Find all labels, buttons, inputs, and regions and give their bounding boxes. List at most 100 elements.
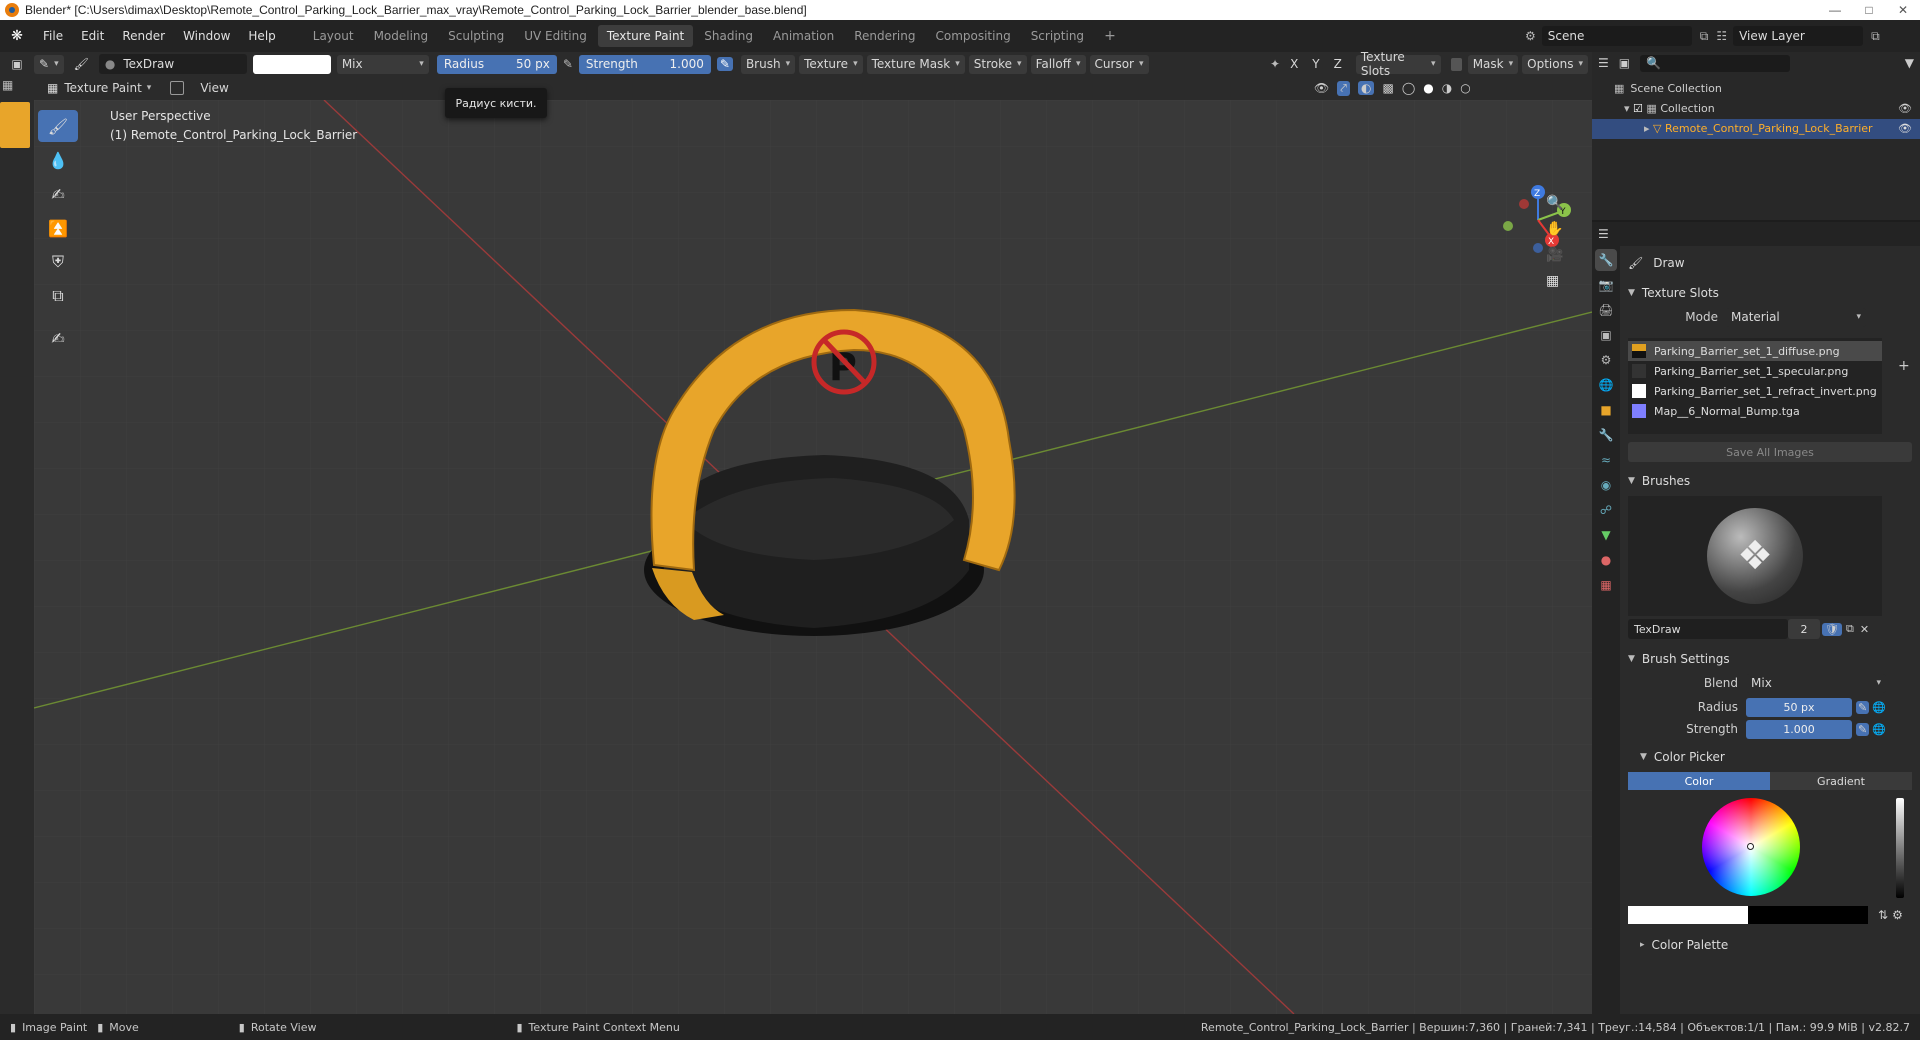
pan-hand-icon[interactable]: ✋ <box>1546 221 1563 237</box>
tool-icon-dropdown[interactable]: ✎ ▾ <box>34 54 64 74</box>
render-tab-icon[interactable]: 📷 <box>1595 274 1617 296</box>
output-tab-icon[interactable]: 🖨 <box>1595 299 1617 321</box>
maximize-button[interactable]: □ <box>1852 0 1886 20</box>
brush-menu[interactable]: Brush ▾ <box>740 54 796 74</box>
scene-icon[interactable]: ⚙ <box>1525 29 1536 43</box>
clone-tool-button[interactable]: ⏫ <box>38 212 78 244</box>
brush-preview[interactable]: ❖ <box>1628 496 1882 616</box>
strength-pressure-icon[interactable]: ✎ <box>716 57 733 71</box>
close-button[interactable]: ✕ <box>1886 0 1920 20</box>
solid-shading-icon[interactable]: ● <box>1423 81 1433 95</box>
brush-name-field[interactable]: ● TexDraw <box>98 54 247 74</box>
annotate-tool-button[interactable]: ✍ <box>38 322 78 354</box>
tab-uv-editing[interactable]: UV Editing <box>515 25 596 47</box>
overlay-toggle-icon[interactable]: ◐ <box>1358 81 1375 95</box>
outliner-collection[interactable]: ▾ ☑ ▦ Collection 👁 <box>1614 99 1920 119</box>
camera-view-icon[interactable]: 🎥 <box>1546 247 1563 263</box>
texture-slot-item[interactable]: Parking_Barrier_set_1_refract_invert.png <box>1628 381 1882 401</box>
new-scene-icon[interactable]: ⧉ <box>1700 29 1709 44</box>
zoom-icon[interactable]: 🔍 <box>1546 195 1563 211</box>
tab-layout[interactable]: Layout <box>304 25 363 47</box>
texture-slots-menu[interactable]: Texture Slots ▾ <box>1355 50 1441 78</box>
tab-compositing[interactable]: Compositing <box>926 25 1019 47</box>
tab-modeling[interactable]: Modeling <box>365 25 438 47</box>
modifier-tab-icon[interactable]: 🔧 <box>1595 424 1617 446</box>
rendered-shading-icon[interactable]: ○ <box>1460 81 1470 95</box>
object-tab-icon[interactable]: ■ <box>1595 399 1617 421</box>
mirror-y-button[interactable]: Y <box>1306 55 1325 74</box>
physics-tab-icon[interactable]: ◉ <box>1595 474 1617 496</box>
material-shading-icon[interactable]: ◑ <box>1442 81 1452 95</box>
value-slider[interactable] <box>1896 798 1904 898</box>
tab-shading[interactable]: Shading <box>695 25 762 47</box>
radius-unit-toggle[interactable]: 🌐 <box>1872 701 1886 714</box>
world-tab-icon[interactable]: 🌐 <box>1595 374 1617 396</box>
primary-color-swatch[interactable] <box>1628 906 1748 924</box>
brush-users-count[interactable]: 2 <box>1788 619 1820 639</box>
gizmo-toggle-icon[interactable]: ⤤ <box>1337 80 1350 96</box>
grid-icon[interactable]: ▦ <box>2 78 22 96</box>
filter-icon[interactable]: ▼ <box>1905 56 1914 70</box>
texture-tab-icon[interactable]: ▦ <box>1595 574 1617 596</box>
color-settings-icon[interactable]: ⚙ <box>1892 908 1903 922</box>
texture-slot-item[interactable]: Parking_Barrier_set_1_specular.png <box>1628 361 1882 381</box>
secondary-color-swatch[interactable] <box>1748 906 1868 924</box>
scene-tab-icon[interactable]: ⚙ <box>1595 349 1617 371</box>
properties-header[interactable]: ☰ <box>1592 222 1920 246</box>
texture-slot-item[interactable]: Parking_Barrier_set_1_diffuse.png <box>1628 341 1882 361</box>
tab-texture-paint[interactable]: Texture Paint <box>597 25 694 47</box>
strength-unit-toggle[interactable]: 🌐 <box>1872 723 1886 736</box>
swap-colors-icon[interactable]: ⇅ <box>1878 908 1888 922</box>
outliner-editor-type-icon[interactable]: ☰ <box>1598 56 1609 70</box>
paint-mask-toggle[interactable] <box>170 81 185 95</box>
tool-tab-icon[interactable]: 🔧 <box>1595 249 1617 271</box>
view-layer-icon[interactable]: ☷ <box>1716 29 1727 43</box>
color-wheel-cursor[interactable] <box>1747 843 1754 850</box>
brush-color-swatch[interactable] <box>252 54 331 74</box>
editor-type-icon[interactable]: ▣ <box>0 57 34 71</box>
soften-tool-button[interactable]: 💧 <box>38 144 78 176</box>
color-wheel[interactable] <box>1702 798 1800 896</box>
cursor-menu[interactable]: Cursor ▾ <box>1089 54 1149 74</box>
menu-render[interactable]: Render <box>113 29 174 43</box>
gradient-tab[interactable]: Gradient <box>1770 772 1912 790</box>
blend-dropdown[interactable]: Mix ▾ <box>336 54 429 74</box>
mirror-x-button[interactable]: X <box>1284 55 1304 74</box>
texture-slot-item[interactable]: Map__6_Normal_Bump.tga <box>1628 401 1882 421</box>
duplicate-brush-icon[interactable]: ⧉ <box>1846 622 1854 636</box>
tab-scripting[interactable]: Scripting <box>1022 25 1093 47</box>
add-slot-icon[interactable]: + <box>1898 358 1910 374</box>
constraints-tab-icon[interactable]: ☍ <box>1595 499 1617 521</box>
visibility-icon[interactable]: 👁 <box>1314 81 1329 95</box>
stroke-menu[interactable]: Stroke ▾ <box>968 54 1027 74</box>
tab-sculpting[interactable]: Sculpting <box>439 25 513 47</box>
texture-menu[interactable]: Texture ▾ <box>799 54 863 74</box>
mask-checkbox[interactable] <box>1450 57 1462 71</box>
brushes-panel-header[interactable]: ▼ Brushes <box>1620 468 1920 494</box>
3d-viewport[interactable]: P Z Y X User Perspective (1) Remote_Cont… <box>34 100 1592 1014</box>
strength-slider-props[interactable]: 1.000 <box>1746 719 1852 739</box>
strength-pressure-toggle[interactable]: ✎ <box>1856 722 1870 736</box>
color-tab[interactable]: Color <box>1628 772 1770 790</box>
draw-tool-button[interactable]: 🖌 <box>38 110 78 142</box>
mode-dropdown[interactable]: ▦ Texture Paint ▾ <box>42 79 156 98</box>
color-picker-panel-header[interactable]: ▼ Color Picker <box>1620 744 1920 770</box>
fill-tool-button[interactable]: ⛨ <box>38 246 78 278</box>
display-mode-icon[interactable]: ▣ <box>1619 56 1630 70</box>
radius-slider[interactable]: Radius 50 px <box>436 54 557 74</box>
save-all-images-button[interactable]: Save All Images <box>1628 442 1912 462</box>
mask-tool-button[interactable]: ⧉ <box>38 280 78 312</box>
strength-slider[interactable]: Strength 1.000 <box>578 54 711 74</box>
menu-help[interactable]: Help <box>239 29 284 43</box>
material-tab-icon[interactable]: ● <box>1595 549 1617 571</box>
unlink-brush-icon[interactable]: ✕ <box>1860 623 1869 636</box>
outliner-object[interactable]: ▸ ▽ Remote_Control_Parking_Lock_Barrier 👁 <box>1592 119 1920 139</box>
fake-user-icon[interactable]: 🛡 <box>1822 622 1842 636</box>
view-layer-tab-icon[interactable]: ▣ <box>1595 324 1617 346</box>
view-menu[interactable]: View <box>194 79 234 98</box>
view-layer-field[interactable]: View Layer <box>1733 26 1864 46</box>
smear-tool-button[interactable]: ✍ <box>38 178 78 210</box>
mode-dropdown-props[interactable]: Material ▾ <box>1726 307 1866 327</box>
mirror-z-button[interactable]: Z <box>1328 55 1348 74</box>
radius-pressure-toggle[interactable]: ✎ <box>1856 700 1870 714</box>
